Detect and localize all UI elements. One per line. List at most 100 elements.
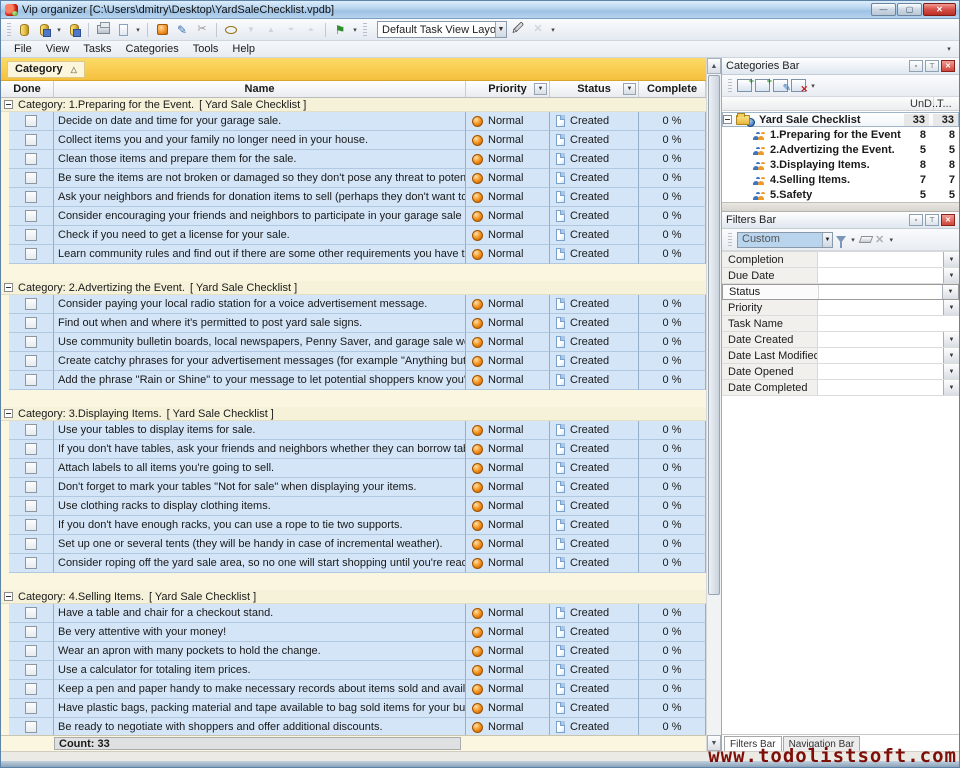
task-row[interactable]: Don't forget to mark your tables "Not fo… — [1, 478, 706, 497]
task-row[interactable]: Keep a pen and paper handy to make neces… — [1, 680, 706, 699]
filter-value-field[interactable] — [819, 285, 942, 299]
task-row[interactable]: Consider paying your local radio station… — [1, 295, 706, 314]
apply-layout-icon[interactable]: 🖉 — [509, 21, 527, 39]
delete-layout-icon[interactable]: ✕ — [529, 21, 547, 39]
task-checkbox[interactable] — [25, 336, 37, 348]
collapse-group-icon[interactable] — [4, 283, 13, 292]
layout-combo-dropdown-icon[interactable]: ▼ — [495, 22, 506, 37]
open-dropdown-icon[interactable]: ▾ — [55, 26, 63, 34]
task-checkbox[interactable] — [25, 626, 37, 638]
task-row[interactable]: Wear an apron with many pockets to hold … — [1, 642, 706, 661]
task-checkbox[interactable] — [25, 664, 37, 676]
tree-category-row[interactable]: 4.Selling Items.77 — [722, 172, 959, 187]
task-checkbox[interactable] — [25, 607, 37, 619]
task-row[interactable]: Be ready to negotiate with shoppers and … — [1, 718, 706, 735]
complete-flag-icon[interactable]: ⚑ — [331, 21, 349, 39]
new-task-icon[interactable] — [153, 21, 171, 39]
group-by-chip[interactable]: Category △ — [7, 61, 85, 78]
scroll-up-icon[interactable]: ▲ — [707, 58, 721, 74]
filter-value-field[interactable] — [818, 380, 943, 395]
layout-overflow-icon[interactable]: ▾ — [549, 26, 557, 34]
menu-item-help[interactable]: Help — [225, 42, 262, 56]
menu-item-categories[interactable]: Categories — [119, 42, 186, 56]
filters-restore-icon[interactable]: ▫ — [909, 214, 923, 226]
task-checkbox[interactable] — [25, 443, 37, 455]
filter-value-dropdown-icon[interactable]: ▼ — [943, 380, 959, 395]
task-checkbox[interactable] — [25, 298, 37, 310]
filter-row-due-date[interactable]: Due Date▼ — [722, 268, 959, 284]
filter-dropdown-icon[interactable]: ▾ — [849, 236, 857, 244]
filter-value-dropdown-icon[interactable]: ▼ — [943, 268, 959, 283]
filter-value-dropdown-icon[interactable]: ▼ — [943, 364, 959, 379]
new-subcategory-icon[interactable]: + — [755, 79, 770, 92]
task-row[interactable]: If you don't have tables, ask your frien… — [1, 440, 706, 459]
filter-row-status[interactable]: Status▼ — [722, 284, 959, 300]
vertical-scrollbar[interactable]: ▲ ▼ — [706, 58, 721, 751]
move-top-icon[interactable]: ⏶ — [302, 21, 320, 39]
maximize-button[interactable]: ▢ — [897, 3, 922, 16]
clear-filter-icon[interactable] — [859, 236, 874, 243]
task-checkbox[interactable] — [25, 538, 37, 550]
tree-root-row[interactable]: Yard Sale Checklist3333 — [722, 112, 959, 127]
task-checkbox[interactable] — [25, 374, 37, 386]
categories-close-icon[interactable]: ✕ — [941, 60, 955, 72]
tree-category-row[interactable]: 1.Preparing for the Event.88 — [722, 127, 959, 142]
delete-filter-icon[interactable]: ✕ — [875, 233, 884, 246]
column-header-priority[interactable]: Priority▼ — [466, 81, 550, 97]
new-database-icon[interactable] — [15, 21, 33, 39]
tree-category-row[interactable]: 3.Displaying Items.88 — [722, 157, 959, 172]
filter-row-task-name[interactable]: Task Name — [722, 316, 959, 332]
move-bottom-icon[interactable]: ⏷ — [282, 21, 300, 39]
filters-close-icon[interactable]: ✕ — [941, 214, 955, 226]
task-checkbox[interactable] — [25, 317, 37, 329]
filter-value-dropdown-icon[interactable]: ▼ — [943, 348, 959, 363]
filter-row-date-last-modified[interactable]: Date Last Modified▼ — [722, 348, 959, 364]
task-checkbox[interactable] — [25, 683, 37, 695]
task-checkbox[interactable] — [25, 134, 37, 146]
collapse-group-icon[interactable] — [4, 100, 13, 109]
menu-item-view[interactable]: View — [39, 42, 77, 56]
delete-category-icon[interactable]: ✕ — [791, 79, 806, 92]
filter-value-dropdown-icon[interactable]: ▼ — [943, 252, 959, 267]
layout-combo[interactable]: Default Task View Layout ▼ — [377, 21, 507, 38]
task-row[interactable]: Decide on date and time for your garage … — [1, 112, 706, 131]
filter-value-dropdown-icon[interactable]: ▼ — [943, 300, 959, 315]
delete-task-icon[interactable]: ✂ — [193, 21, 211, 39]
close-button[interactable]: ✕ — [923, 3, 956, 16]
task-checkbox[interactable] — [25, 481, 37, 493]
tree-category-row[interactable]: 5.Safety55 — [722, 187, 959, 202]
filter-value-field[interactable] — [818, 252, 943, 267]
task-checkbox[interactable] — [25, 248, 37, 260]
collapse-group-icon[interactable] — [4, 409, 13, 418]
filters-pin-icon[interactable]: ⊤ — [925, 214, 939, 226]
task-checkbox[interactable] — [25, 424, 37, 436]
task-row[interactable]: Learn community rules and find out if th… — [1, 245, 706, 264]
task-checkbox[interactable] — [25, 191, 37, 203]
scrollbar-thumb[interactable] — [708, 75, 720, 595]
filter-row-completion[interactable]: Completion▼ — [722, 252, 959, 268]
filter-value-field[interactable] — [818, 268, 943, 283]
task-row[interactable]: Use your tables to display items for sal… — [1, 421, 706, 440]
task-checkbox[interactable] — [25, 229, 37, 241]
filter-row-date-opened[interactable]: Date Opened▼ — [722, 364, 959, 380]
task-row[interactable]: Be sure the items are not broken or dama… — [1, 169, 706, 188]
task-row[interactable]: Set up one or several tents (they will b… — [1, 535, 706, 554]
task-row[interactable]: Use community bulletin boards, local new… — [1, 333, 706, 352]
menu-item-tasks[interactable]: Tasks — [76, 42, 118, 56]
task-checkbox[interactable] — [25, 462, 37, 474]
task-checkbox[interactable] — [25, 519, 37, 531]
filter-row-date-created[interactable]: Date Created▼ — [722, 332, 959, 348]
edit-task-icon[interactable]: ✎ — [173, 21, 191, 39]
task-row[interactable]: Collect items you and your family no lon… — [1, 131, 706, 150]
filter-value-field[interactable] — [818, 364, 943, 379]
task-row[interactable]: Use clothing racks to display clothing i… — [1, 497, 706, 516]
group-header-row[interactable]: Category: 3.Displaying Items.[ Yard Sale… — [1, 407, 706, 421]
task-row[interactable]: Have plastic bags, packing material and … — [1, 699, 706, 718]
task-checkbox[interactable] — [25, 210, 37, 222]
task-row[interactable]: Have a table and chair for a checkout st… — [1, 604, 706, 623]
new-category-icon[interactable]: + — [737, 79, 752, 92]
column-header-name[interactable]: Name — [54, 81, 466, 97]
highlight-icon[interactable] — [222, 21, 240, 39]
print-icon[interactable] — [94, 21, 112, 39]
task-checkbox[interactable] — [25, 355, 37, 367]
